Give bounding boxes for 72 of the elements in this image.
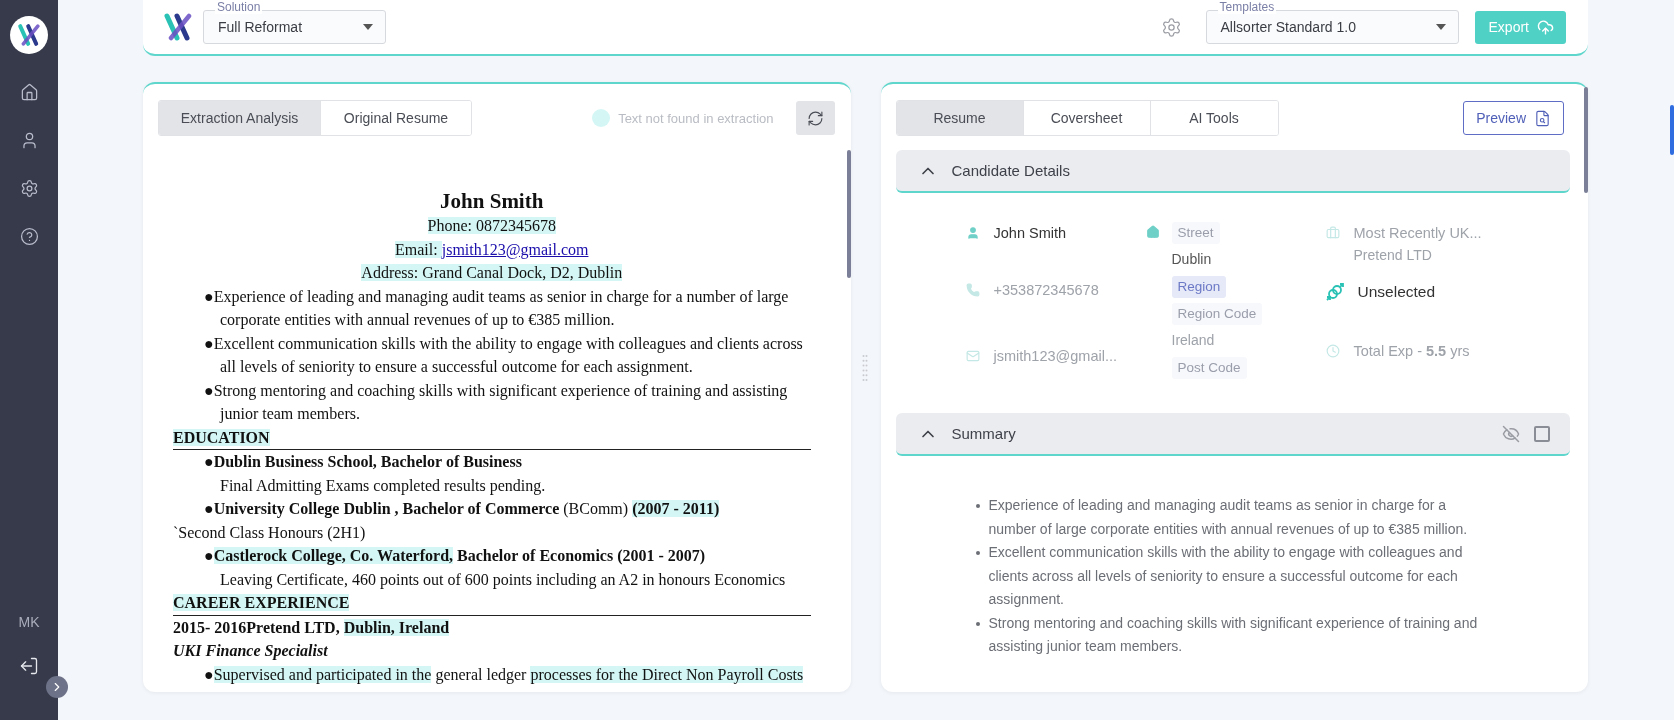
section-heading: EDUCATION [173,428,270,446]
tab[interactable]: Extraction Analysis [159,101,321,135]
summary-bullet: Strong mentoring and coaching skills with significant experience of training and assisting junior team members. [973,611,1488,659]
summary-bullet: Excellent communication skills with the ability to engage with colleagues and clients across all levels of seniority to ensure a successful outcome for each assignment. [973,541,1488,612]
resume-text: Castlerock College, Co. Waterford, [213,547,454,564]
resume-text: Bachelor of Economics (2001 - 2007) [456,547,706,564]
logout-icon[interactable] [19,656,39,676]
refresh-button[interactable] [795,101,835,135]
resume-text: processes for the Direct Non Payroll Costs [530,665,804,683]
resume-line: ●Experience of leading and managing audit teams as senior in charge for a number of large corporate entities with annual revenues of up to €385 million. [204,287,789,328]
experience-value: Total Exp - 5.5 yrs [1353,343,1470,359]
resume-text: (2007 - 2011) [632,500,720,517]
user-initials[interactable]: MK [18,614,40,630]
resume-line: ●Excellent communication skills with the ability to engage with colleagues and clients across all levels of seniority to ensure a successful outcome for each assignment. [204,334,803,375]
tab[interactable]: Resume [896,101,1024,135]
resume-text: Dublin, Ireland [343,618,450,636]
accordion-header[interactable]: Summary [895,413,1570,456]
resume-line: ●Strong mentoring and coaching skills with significant experience of training and assisting junior team members. [204,381,788,422]
phone-icon [965,283,980,297]
address-value: Dublin [1171,250,1212,269]
dropdown-label: Templates [1217,0,1277,14]
legend-label: Text not found in extraction [618,110,774,126]
resume-line: `Second Class Honours (2H1) [173,523,366,541]
solution-dropdown[interactable]: Full Reformat [203,10,386,44]
resume-text: ●University College Dublin , Bachelor of Commerce [204,500,561,517]
address-value: Ireland [1171,331,1215,350]
summary-bullet: Experience of leading and managing audit teams as senior in charge for a number of large corporate entities with annual revenues of up to €385 million. [973,494,1488,541]
checkbox[interactable] [1534,425,1550,442]
logo-icon [17,23,41,47]
resume-text: (BComm) [563,500,630,517]
resume-text: ● [204,665,214,683]
refresh-icon [806,109,824,127]
briefcase-icon [1325,226,1340,240]
resume-line: Final Admitting Exams completed results pending. [220,476,546,494]
resume-line: UKI Finance Specialist [173,642,328,659]
caret-icon [363,24,373,30]
app-logo[interactable] [10,16,48,54]
email-link[interactable]: jsmith123@gmail.com [441,240,589,258]
settings-icon[interactable] [1160,16,1182,38]
resume-text: Supervised and participated in the [213,665,432,683]
preview-button[interactable]: Preview [1463,101,1564,135]
caret-icon [1435,24,1446,30]
splitter-handle[interactable] [861,354,868,382]
candidate-name: John Smith [440,189,544,213]
accordion-header[interactable]: Candidate Details [895,150,1570,193]
scrollbar-thumb[interactable] [1584,87,1588,193]
logo-icon [163,12,193,42]
highlight-legend-dot [592,109,611,127]
expand-button[interactable] [46,676,68,698]
file-search-icon [1534,109,1551,127]
company-name: Pretend LTD [1353,247,1432,265]
resume-text: general ledger [434,665,528,683]
resume-line: Leaving Certificate, 460 points out of 600 points including an A2 in honours Economics [220,570,786,588]
section-title: Summary [951,425,1016,442]
house-icon [1145,225,1160,239]
section-heading: CAREER EXPERIENCE [173,594,350,611]
gender-icon [1325,283,1344,301]
scrollbar-thumb[interactable] [846,150,851,278]
job-title: Most Recently UK... [1353,225,1482,241]
resume-text: ● [204,547,214,564]
clock-icon [1325,344,1340,358]
resume-line: ●Dublin Business School, Bachelor of Business [204,453,522,470]
resume-text: Email: [395,240,442,258]
dropdown-label: Solution [215,0,263,14]
person-icon [965,226,980,240]
scroll-indicator [1670,105,1674,155]
resume-text: 2015- 2016Pretend LTD, [173,618,341,636]
gender-value[interactable]: Unselected [1357,283,1436,301]
mail-icon [965,349,980,363]
cloud-upload-icon [1537,18,1554,36]
section-title: Candidate Details [951,162,1070,179]
field-value[interactable]: John Smith [993,225,1067,241]
